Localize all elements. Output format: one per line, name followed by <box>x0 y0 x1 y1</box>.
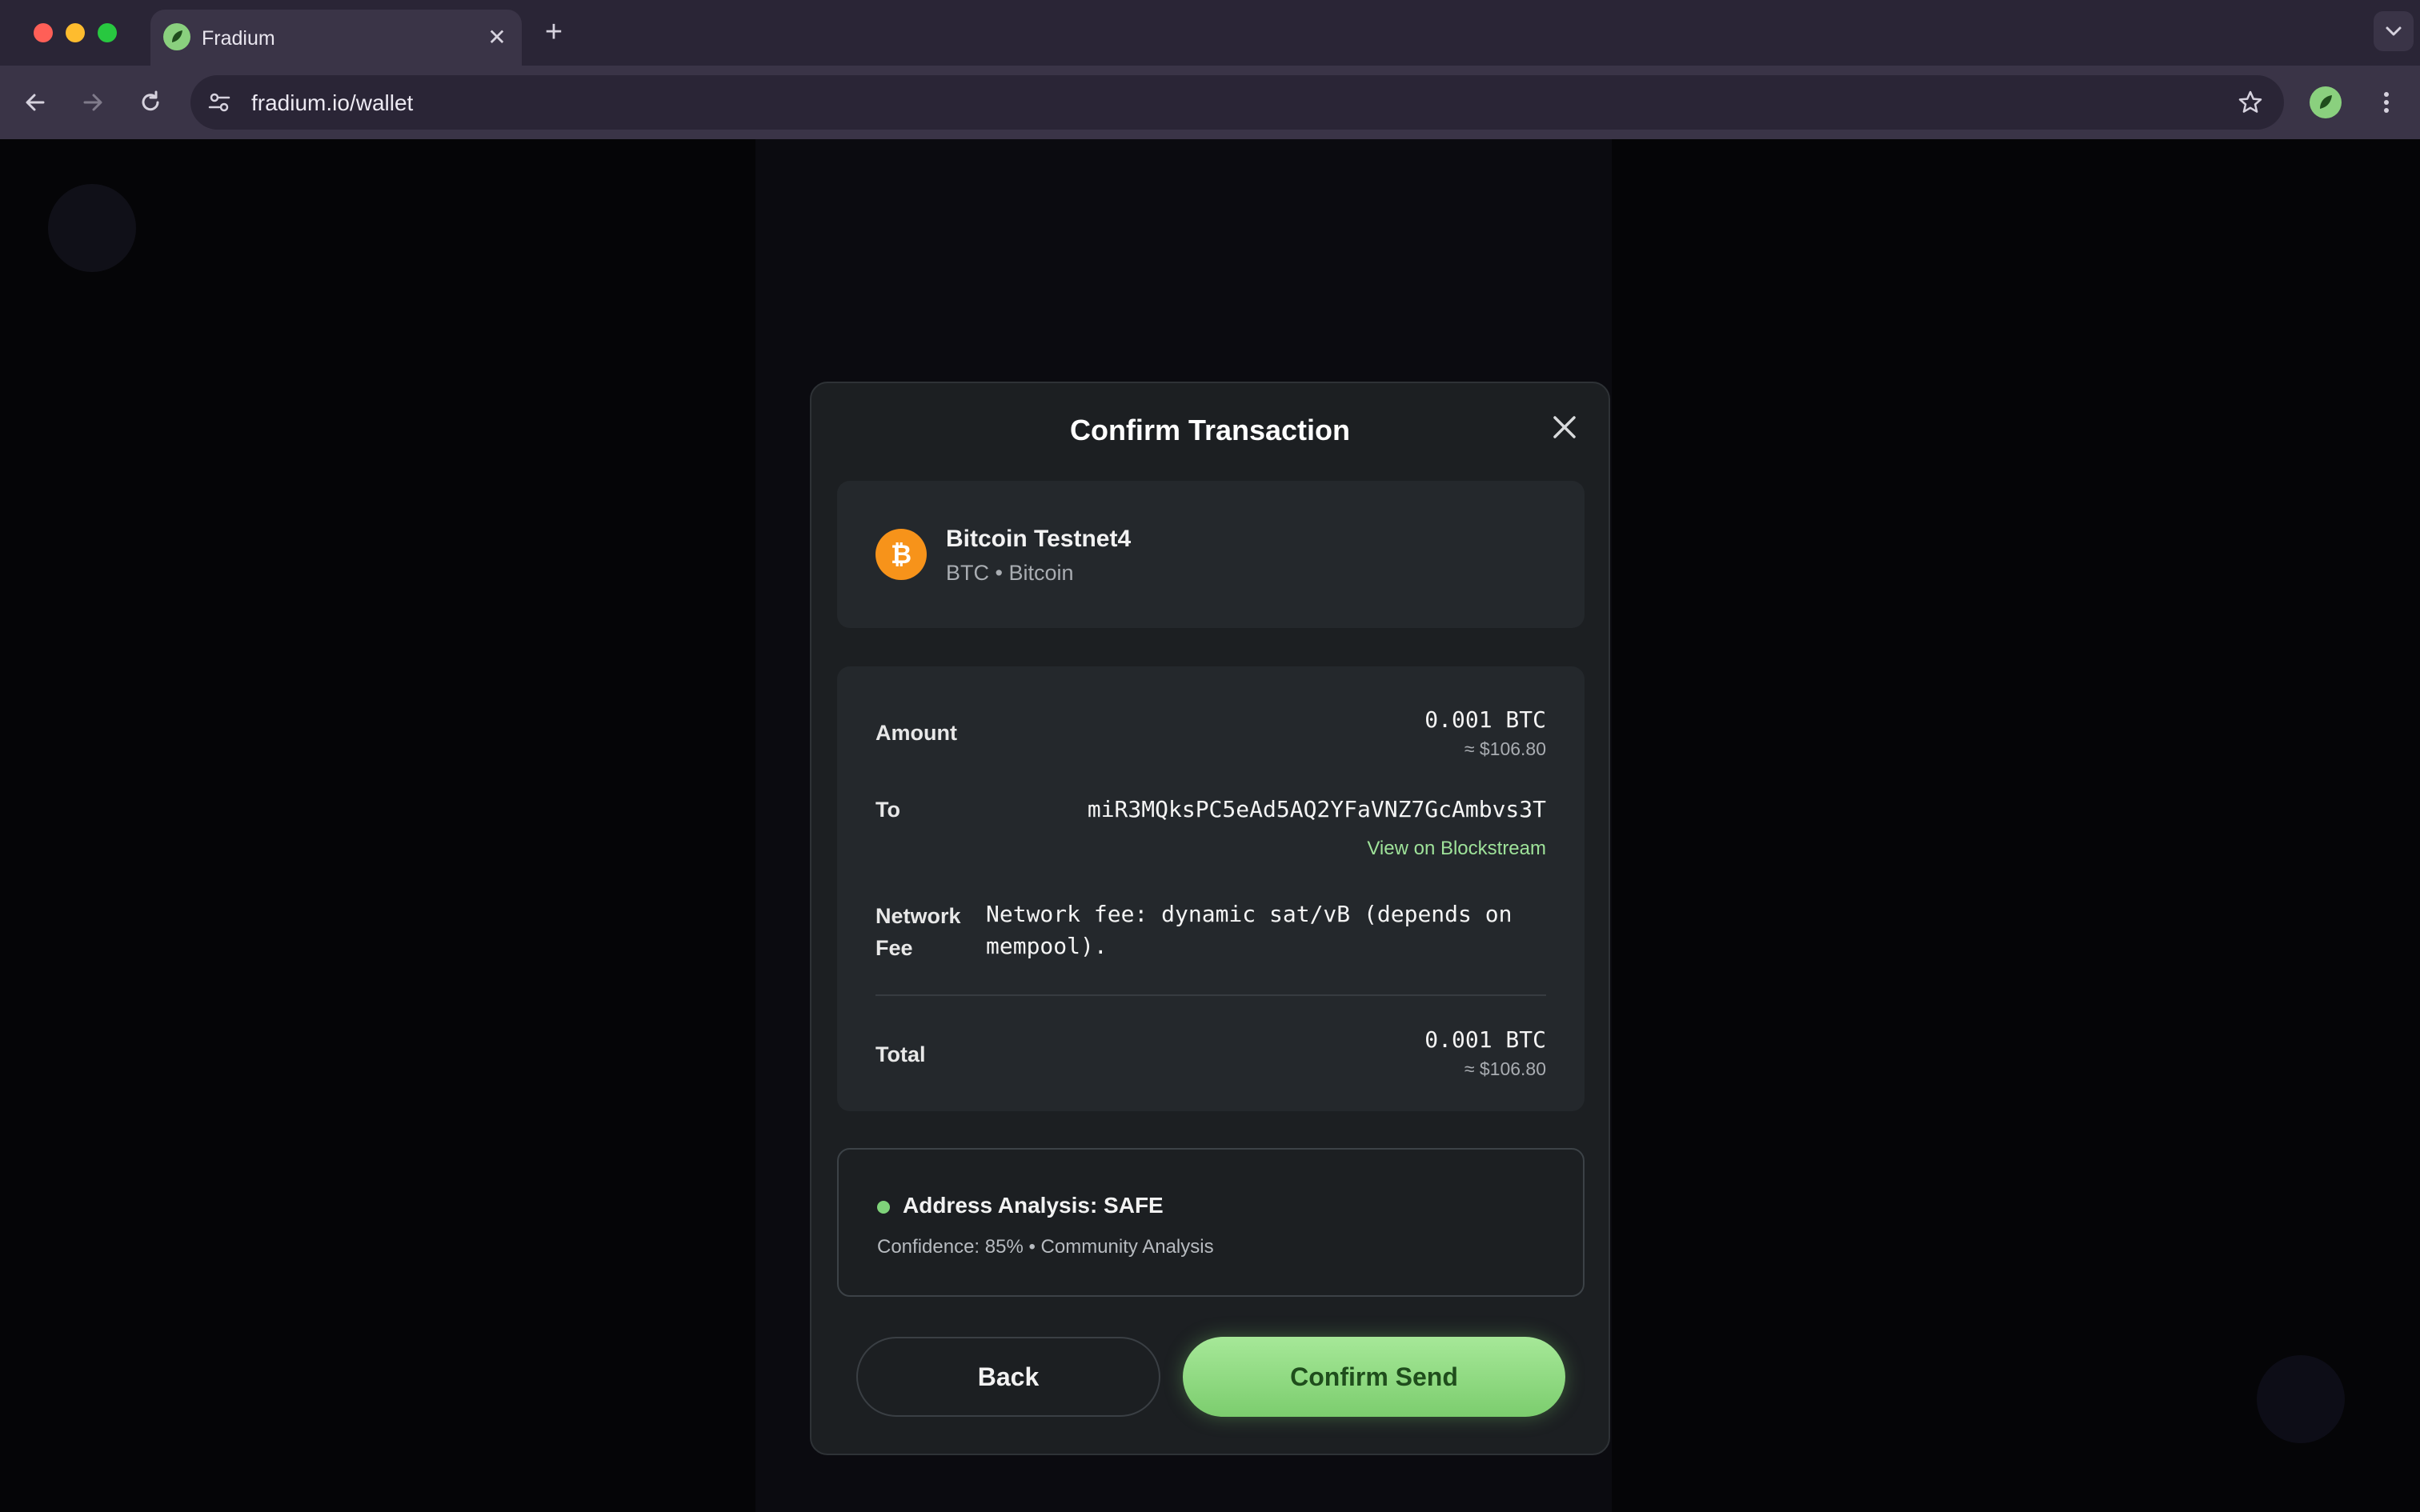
view-on-blockstream-link[interactable]: View on Blockstream <box>1367 838 1546 860</box>
arrow-left-icon <box>26 94 45 111</box>
page-backdrop: Confirm Transaction ₿ Bitcoin Testnet4 B… <box>0 139 2420 1512</box>
chevron-down-icon <box>2386 26 2402 36</box>
analysis-title: Address Analysis: SAFE <box>903 1193 1164 1218</box>
browser-window: Fradium ✕ + fradium.io/wallet Confirm Tr… <box>0 0 2420 1512</box>
bitcoin-icon: ₿ <box>875 529 927 580</box>
asset-name: Bitcoin Testnet4 <box>946 526 1132 552</box>
window-close-button[interactable] <box>34 23 53 42</box>
tab-close-icon[interactable]: ✕ <box>483 24 511 51</box>
address-bar[interactable]: fradium.io/wallet <box>190 75 2284 130</box>
browser-tab[interactable]: Fradium ✕ <box>150 10 522 66</box>
tab-search-button[interactable] <box>2374 11 2414 51</box>
asset-card: ₿ Bitcoin Testnet4 BTC • Bitcoin <box>837 481 1585 628</box>
tab-title: Fradium <box>202 27 275 50</box>
url-text[interactable]: fradium.io/wallet <box>251 90 413 116</box>
window-maximize-button[interactable] <box>98 23 117 42</box>
site-settings-icon[interactable] <box>206 90 232 115</box>
total-value: 0.001 BTC <box>1424 1026 1546 1053</box>
close-icon[interactable] <box>1549 412 1580 442</box>
transaction-details-card: Amount 0.001 BTC ≈ $106.80 To miR3MQksPC… <box>837 666 1585 1111</box>
to-label: To <box>875 798 900 822</box>
analysis-detail: Confidence: 85% • Community Analysis <box>877 1236 1214 1258</box>
back-button[interactable]: Back <box>856 1337 1160 1417</box>
back-navigation-button[interactable] <box>18 85 53 120</box>
more-vertical-icon <box>2384 92 2389 113</box>
total-fiat: ≈ $106.80 <box>1464 1058 1546 1079</box>
network-fee-label-line1: Network <box>875 904 961 928</box>
arrow-right-icon <box>83 94 102 111</box>
fradium-extension-icon[interactable] <box>2310 86 2342 118</box>
amount-label: Amount <box>875 721 957 745</box>
new-tab-button[interactable]: + <box>538 16 570 48</box>
reload-icon <box>142 90 159 111</box>
background-fab <box>2257 1355 2345 1443</box>
divider <box>875 994 1546 996</box>
tab-strip: Fradium ✕ + <box>0 0 2420 66</box>
network-fee-label-line2: Fee <box>875 936 913 960</box>
total-label: Total <box>875 1042 926 1066</box>
confirm-transaction-modal: Confirm Transaction ₿ Bitcoin Testnet4 B… <box>810 382 1610 1455</box>
network-fee-value: Network fee: dynamic sat/vB (depends on … <box>986 901 1512 959</box>
recipient-address: miR3MQksPC5eAd5AQ2YFaVNZ7GcAmbvs3T <box>1087 796 1546 822</box>
svg-text:₿: ₿ <box>891 539 912 570</box>
amount-value: 0.001 BTC <box>1424 706 1546 733</box>
reload-button[interactable] <box>133 85 168 120</box>
bookmark-star-icon[interactable] <box>2236 88 2265 117</box>
amount-fiat: ≈ $106.80 <box>1464 738 1546 759</box>
network-fee-label: Network Fee <box>875 900 961 964</box>
browser-toolbar: fradium.io/wallet <box>0 66 2420 139</box>
asset-subtitle: BTC • Bitcoin <box>946 561 1074 585</box>
forward-navigation-button[interactable] <box>75 85 110 120</box>
background-logo <box>48 184 136 272</box>
browser-menu-button[interactable] <box>2369 85 2404 120</box>
address-analysis-card: Address Analysis: SAFE Confidence: 85% •… <box>837 1148 1585 1297</box>
fradium-favicon-icon <box>163 23 190 50</box>
confirm-send-button[interactable]: Confirm Send <box>1183 1337 1565 1417</box>
modal-title: Confirm Transaction <box>1069 414 1351 446</box>
status-dot-icon <box>877 1201 890 1214</box>
window-minimize-button[interactable] <box>66 23 85 42</box>
